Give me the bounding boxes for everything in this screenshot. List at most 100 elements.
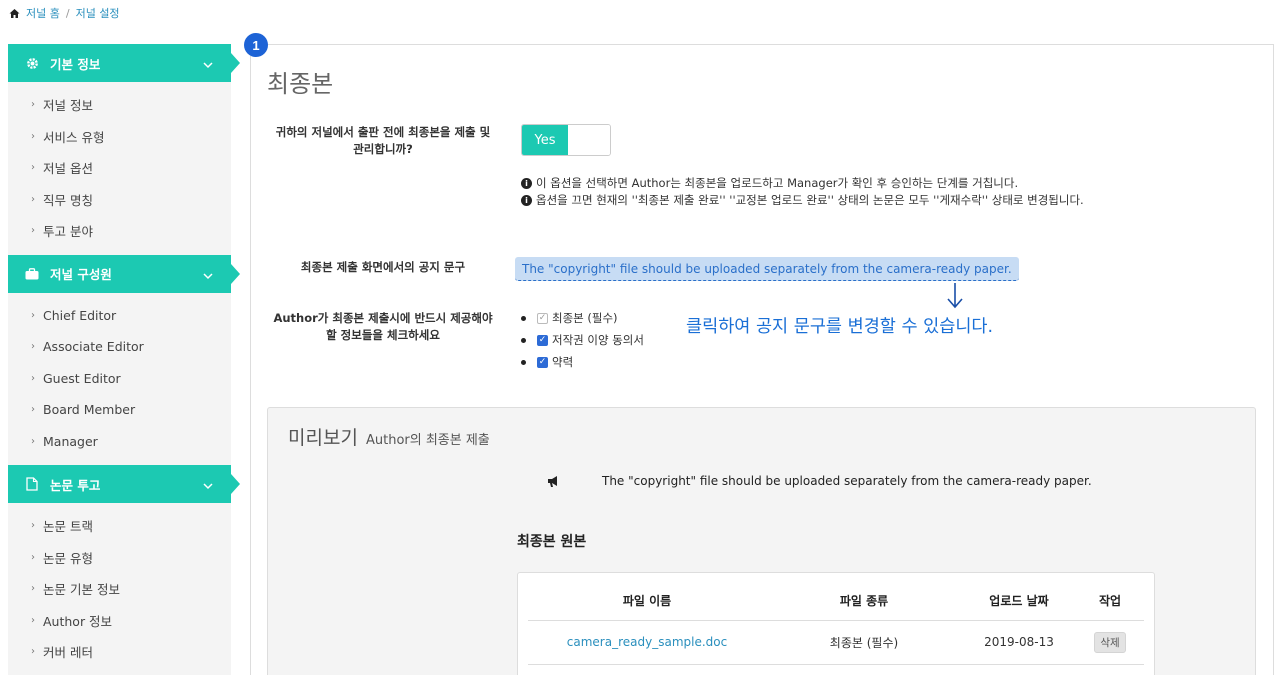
sidebar-item-submission-fields[interactable]: › 투고 분야 <box>8 215 231 247</box>
file-name-link[interactable]: camera_ready_sample.doc <box>528 620 766 665</box>
sidebar: 기본 정보 › 저널 정보 › 서비스 유형 › 저널 옵션 › 직무 명칭 › 투고 분… <box>8 44 240 675</box>
sidebar-section-title: 논문 투고 <box>50 477 101 493</box>
notice-text-editable[interactable]: The "copyright" file should be uploaded … <box>515 257 1019 281</box>
chevron-right-icon: › <box>31 99 35 111</box>
document-icon <box>24 476 40 492</box>
sidebar-item-label: 투고 분야 <box>43 224 93 240</box>
sidebar-item-cover-letter[interactable]: › 커버 레터 <box>8 636 231 668</box>
required-item-label: 약력 <box>552 355 574 369</box>
col-file-name: 파일 이름 <box>528 582 766 621</box>
sidebar-item-label: 커버 레터 <box>43 645 93 661</box>
bullet <box>521 315 526 321</box>
preview-notice-text: The "copyright" file should be uploaded … <box>602 474 1092 488</box>
table-row: camera_ready_sample.doc 최종본 (필수) 2019-08… <box>528 620 1144 665</box>
chevron-down-icon <box>203 57 213 72</box>
label-line: 관리합니까? <box>353 142 413 156</box>
sidebar-item-author-info[interactable]: › Author 정보 <box>8 605 231 637</box>
col-action: 작업 <box>1076 582 1144 621</box>
chevron-right-icon: › <box>31 193 35 205</box>
sidebar-item-paper-basic-info[interactable]: › 논문 기본 정보 <box>8 573 231 605</box>
required-item-final: ✓ 최종본 (필수) <box>521 307 644 329</box>
sidebar-item-label: 논문 기본 정보 <box>43 582 120 598</box>
sidebar-item-label: Associate Editor <box>43 339 144 355</box>
required-item-bio: ✓ 약력 <box>521 351 644 373</box>
breadcrumb-current[interactable]: 저널 설정 <box>76 5 120 21</box>
sidebar-item-label: Board Member <box>43 402 136 418</box>
bullet <box>521 337 526 343</box>
chevron-right-icon: › <box>31 225 35 237</box>
file-table: 파일 이름 파일 종류 업로드 날짜 작업 camera_ready_sampl… <box>528 582 1144 665</box>
sidebar-section-basic-info[interactable]: 기본 정보 <box>8 44 240 82</box>
preview-section-title: 최종본 원본 <box>517 534 587 550</box>
label-line: 할 정보들을 체크하세요 <box>326 328 440 342</box>
sidebar-section-members[interactable]: 저널 구성원 <box>8 254 240 293</box>
file-type: 최종본 (필수) <box>766 620 962 665</box>
info-line-2: i 옵션을 끄면 현재의 ''최종본 제출 완료'' ''교정본 업로드 완료'… <box>521 192 1084 208</box>
sidebar-item-label: 논문 트랙 <box>43 519 93 535</box>
preview-title-main: 미리보기 <box>288 427 358 449</box>
chevron-right-icon: › <box>31 646 35 658</box>
chevron-right-icon: › <box>31 162 35 174</box>
megaphone-icon <box>546 474 560 488</box>
chevron-right-icon: › <box>31 520 35 532</box>
sidebar-item-label: Manager <box>43 433 98 449</box>
required-info-label: Author가 최종본 제출시에 반드시 제공해야 할 정보들을 체크하세요 <box>262 310 504 344</box>
sidebar-item-manager[interactable]: › Manager <box>8 426 231 458</box>
sidebar-item-label: 서비스 유형 <box>43 129 105 145</box>
sidebar-list-members: › Chief Editor › Associate Editor › Guest E… <box>8 293 231 466</box>
sidebar-item-job-titles[interactable]: › 직무 명칭 <box>8 184 231 216</box>
preview-notice: The "copyright" file should be uploaded … <box>546 474 1092 488</box>
bullet <box>521 359 526 365</box>
sidebar-item-journal-options[interactable]: › 저널 옵션 <box>8 152 231 184</box>
breadcrumb-home-link[interactable]: 저널 홈 <box>26 5 60 21</box>
notice-label: 최종본 제출 화면에서의 공지 문구 <box>300 260 466 274</box>
chevron-right-icon: › <box>31 130 35 142</box>
sidebar-item-label: 저널 옵션 <box>43 161 93 177</box>
sidebar-list-basic-info: › 저널 정보 › 서비스 유형 › 저널 옵션 › 직무 명칭 › 투고 분야 <box>8 82 231 255</box>
toggle-on-label: Yes <box>522 125 568 155</box>
required-item-label: 최종본 (필수) <box>552 311 618 325</box>
sidebar-item-guest-editor[interactable]: › Guest Editor <box>8 363 231 395</box>
sidebar-item-associate-editor[interactable]: › Associate Editor <box>8 331 231 363</box>
step-badge: 1 <box>244 33 268 57</box>
delete-button[interactable]: 삭제 <box>1094 631 1126 653</box>
checkbox-final-disabled: ✓ <box>537 312 548 324</box>
gear-icon <box>24 55 40 71</box>
upload-date: 2019-08-13 <box>962 620 1076 665</box>
sidebar-item-chief-editor[interactable]: › Chief Editor <box>8 300 231 332</box>
required-info-list: ✓ 최종본 (필수) ✓ 저작권 이양 동의서 ✓ 약력 <box>521 307 644 373</box>
sidebar-item-label: Author 정보 <box>43 613 113 629</box>
sidebar-item-paper-track[interactable]: › 논문 트랙 <box>8 510 231 542</box>
sidebar-item-label: 저널 정보 <box>43 98 93 114</box>
chevron-right-icon: › <box>31 583 35 595</box>
hint-text: 클릭하여 공지 문구를 변경할 수 있습니다. <box>686 317 994 337</box>
chevron-right-icon: › <box>31 372 35 384</box>
preview-subtitle: Author의 최종본 제출 <box>365 433 490 448</box>
checkbox-bio[interactable]: ✓ <box>537 356 548 368</box>
sidebar-item-label: Guest Editor <box>43 370 121 386</box>
sidebar-item-service-type[interactable]: › 서비스 유형 <box>8 121 231 153</box>
final-version-toggle[interactable]: Yes <box>521 124 611 156</box>
col-upload-date: 업로드 날짜 <box>962 582 1076 621</box>
sidebar-item-journal-info[interactable]: › 저널 정보 <box>8 89 231 121</box>
chevron-right-icon: › <box>31 404 35 416</box>
home-icon[interactable] <box>9 8 20 19</box>
sidebar-section-title: 기본 정보 <box>50 56 101 72</box>
arrow-down-icon <box>945 282 965 314</box>
sidebar-item-label: 논문 유형 <box>43 550 93 566</box>
preview-title: 미리보기 Author의 최종본 제출 <box>288 423 490 450</box>
sidebar-item-paper-type[interactable]: › 논문 유형 <box>8 542 231 574</box>
breadcrumb-separator: / <box>65 6 70 20</box>
final-version-question-label: 귀하의 저널에서 출판 전에 최종본을 제출 및 관리합니까? <box>272 124 494 158</box>
info-line-1: i 이 옵션을 선택하면 Author는 최종본을 업로드하고 Manager가… <box>521 175 1018 191</box>
label-line: Author가 최종본 제출시에 반드시 제공해야 <box>273 311 493 325</box>
info-text: 옵션을 끄면 현재의 ''최종본 제출 완료'' ''교정본 업로드 완료'' … <box>536 193 1084 207</box>
sidebar-list-submission: › 논문 트랙 › 논문 유형 › 논문 기본 정보 › Author 정보 › 커버 레… <box>8 503 231 675</box>
checkbox-copyright[interactable]: ✓ <box>537 334 548 346</box>
sidebar-item-label: 직무 명칭 <box>43 192 93 208</box>
col-file-type: 파일 종류 <box>766 582 962 621</box>
info-text: 이 옵션을 선택하면 Author는 최종본을 업로드하고 Manager가 확… <box>536 176 1019 190</box>
sidebar-item-board-member[interactable]: › Board Member <box>8 394 231 426</box>
sidebar-section-submission[interactable]: 논문 투고 <box>8 465 240 503</box>
briefcase-icon <box>24 266 40 282</box>
